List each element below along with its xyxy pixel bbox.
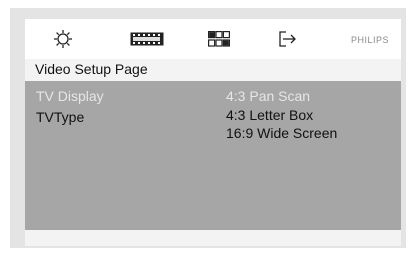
help-bar <box>25 230 401 246</box>
option-4-3-letter-box[interactable]: 4:3 Letter Box <box>226 107 313 123</box>
brand-logo: PHILIPS <box>350 35 389 45</box>
page-title-bar: Video Setup Page <box>25 59 401 81</box>
video-setup-icon[interactable] <box>208 29 230 49</box>
option-4-3-pan-scan[interactable]: 4:3 Pan Scan <box>226 88 310 104</box>
general-setup-icon[interactable] <box>53 29 73 49</box>
audio-setup-icon[interactable] <box>130 29 164 49</box>
settings-panel: TV Display TVType 4:3 Pan Scan 4:3 Lette… <box>25 81 401 230</box>
exit-icon[interactable] <box>279 29 297 49</box>
option-16-9-wide-screen[interactable]: 16:9 Wide Screen <box>226 125 337 141</box>
menu-item-tv-type[interactable]: TVType <box>36 109 84 125</box>
menu-item-tv-display[interactable]: TV Display <box>36 88 104 104</box>
page-title: Video Setup Page <box>35 61 148 77</box>
setup-tab-bar: PHILIPS <box>25 19 401 59</box>
